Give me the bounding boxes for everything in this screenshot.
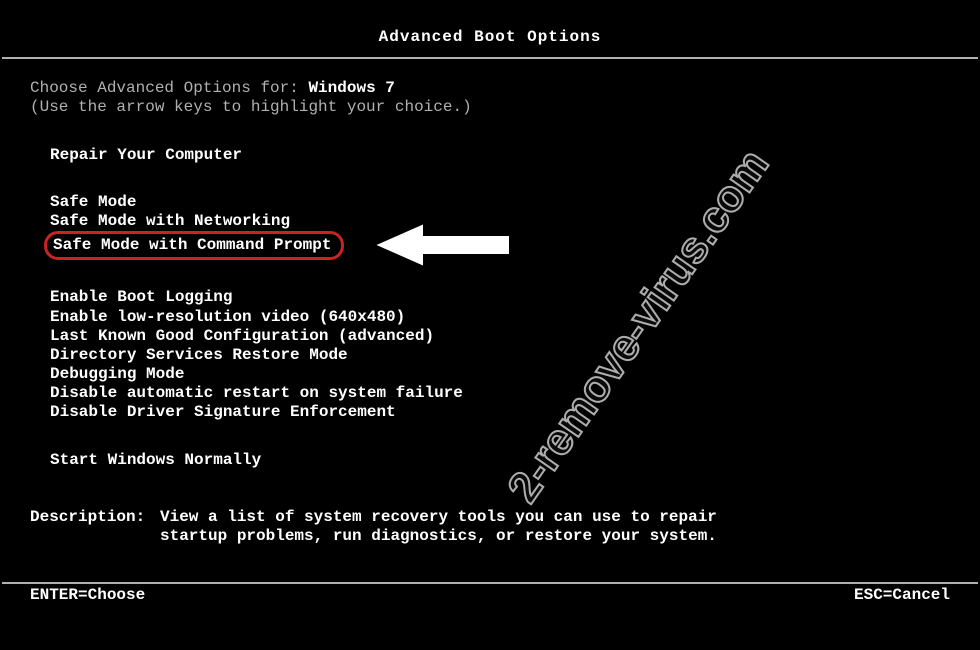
menu-item-start-normally[interactable]: Start Windows Normally [50,451,261,470]
menu-advanced-section: Enable Boot Logging Enable low-resolutio… [50,288,950,422]
menu-item-debugging[interactable]: Debugging Mode [50,365,184,384]
description-label: Description: [30,508,160,546]
title-underline [2,57,978,59]
menu-item-disable-restart[interactable]: Disable automatic restart on system fail… [50,384,463,403]
menu-item-ds-restore[interactable]: Directory Services Restore Mode [50,346,348,365]
menu-item-boot-logging[interactable]: Enable Boot Logging [50,288,232,307]
intro-line-1: Choose Advanced Options for: Windows 7 [30,79,950,98]
footer-bar: ENTER=Choose ESC=Cancel [0,586,980,605]
page-title: Advanced Boot Options [0,0,980,57]
intro-block: Choose Advanced Options for: Windows 7 (… [30,79,950,117]
pointer-arrow-icon [362,215,522,275]
menu-item-safe-cmd[interactable]: Safe Mode with Command Prompt [44,231,344,260]
footer-enter: ENTER=Choose [30,586,145,605]
menu-item-repair[interactable]: Repair Your Computer [50,146,242,165]
content-area: Choose Advanced Options for: Windows 7 (… [0,79,980,546]
intro-hint: (Use the arrow keys to highlight your ch… [30,98,950,117]
menu-repair-section: Repair Your Computer [50,146,950,165]
menu-item-low-res[interactable]: Enable low-resolution video (640x480) [50,308,405,327]
menu-item-safe-networking[interactable]: Safe Mode with Networking [50,212,290,231]
footer-esc: ESC=Cancel [854,586,950,605]
menu-item-safe-mode[interactable]: Safe Mode [50,193,136,212]
menu-normal-section: Start Windows Normally [50,451,950,470]
menu-item-disable-driver-sig[interactable]: Disable Driver Signature Enforcement [50,403,396,422]
description-row: Description: View a list of system recov… [30,508,950,546]
os-name: Windows 7 [308,79,394,97]
footer-divider [2,582,978,584]
menu-item-last-known-good[interactable]: Last Known Good Configuration (advanced) [50,327,434,346]
description-text: View a list of system recovery tools you… [160,508,720,546]
intro-prefix: Choose Advanced Options for: [30,79,308,97]
